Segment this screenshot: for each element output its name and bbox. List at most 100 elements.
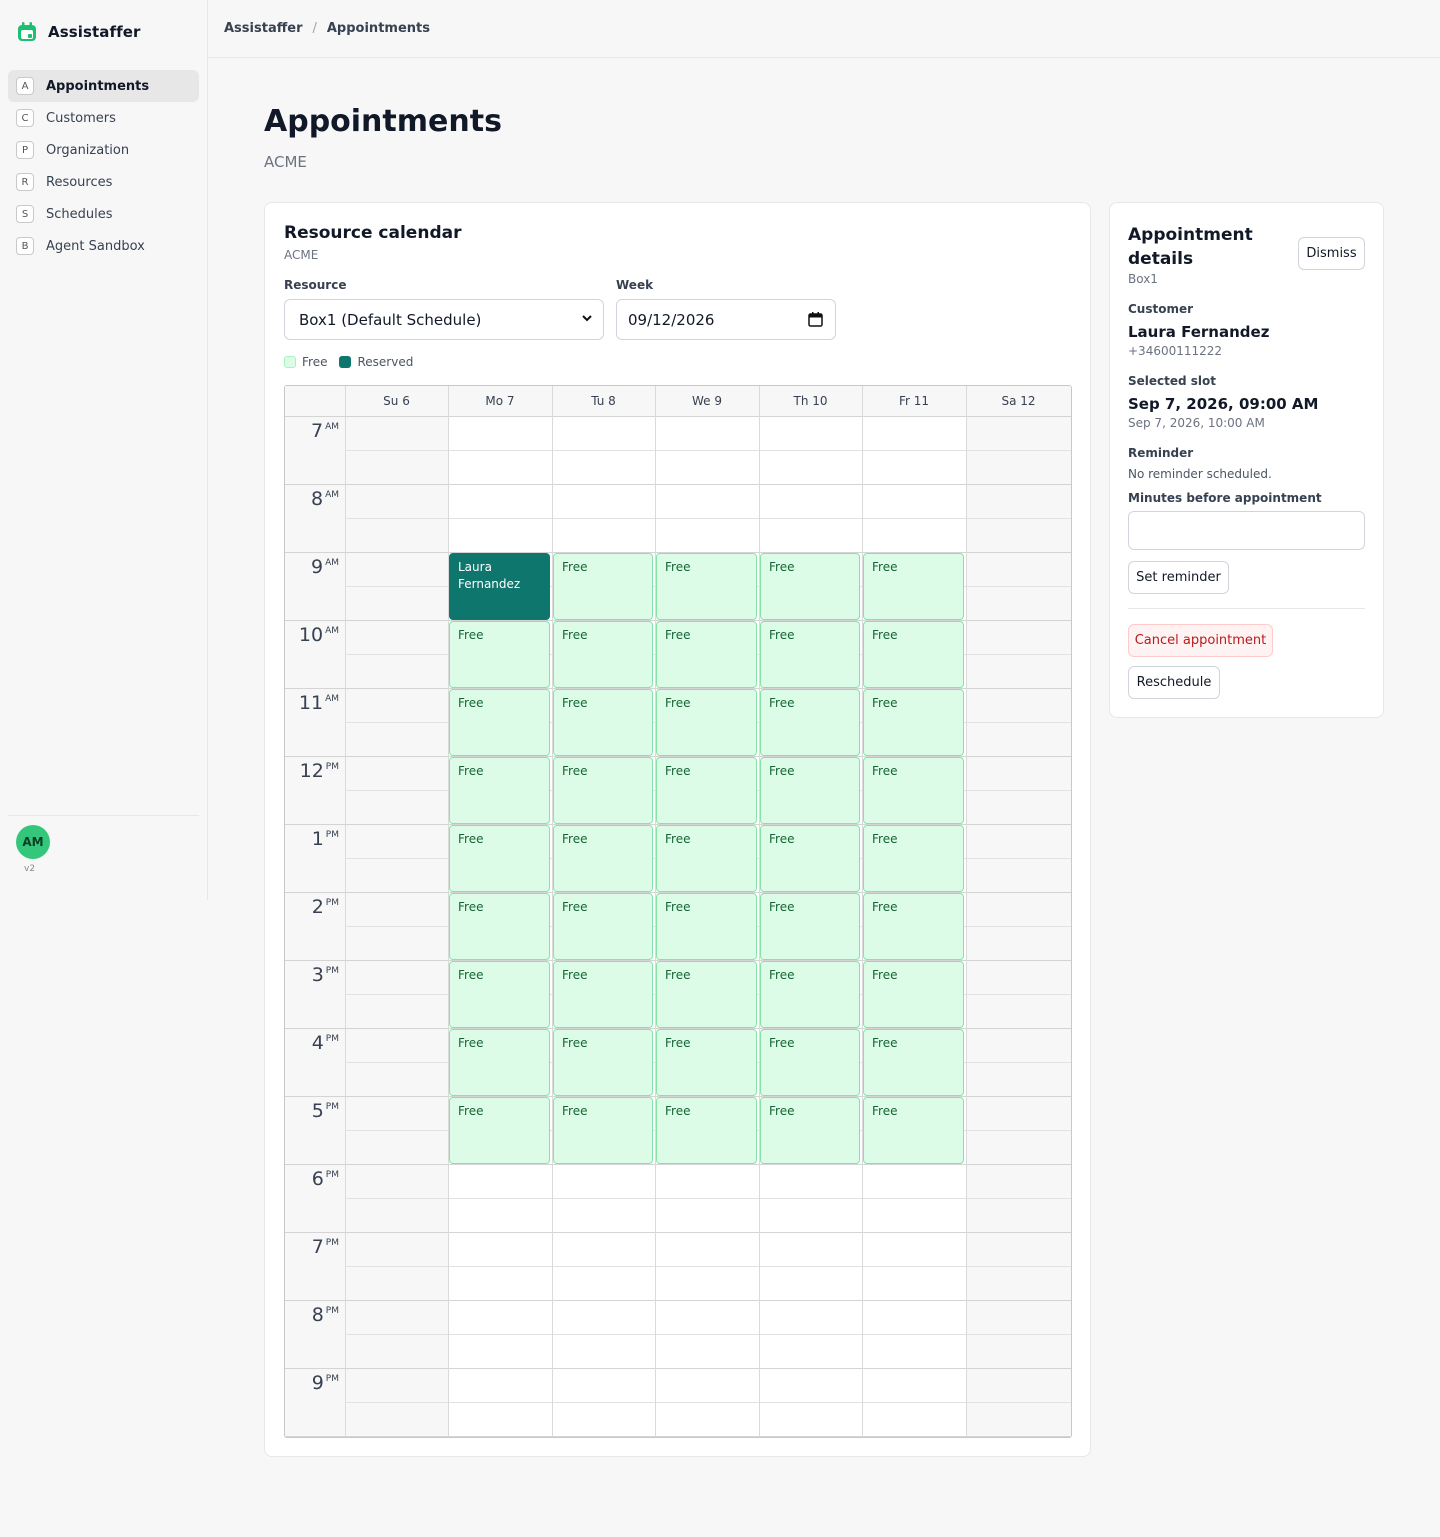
sidebar-item-label: Agent Sandbox: [46, 238, 145, 254]
free-slot[interactable]: Free: [553, 553, 653, 620]
hour-number: 3: [311, 964, 324, 986]
reserved-slot[interactable]: Laura Fernandez: [449, 553, 550, 620]
free-slot[interactable]: Free: [863, 553, 964, 620]
free-slot[interactable]: Free: [656, 961, 757, 1028]
day-header: Su 6: [383, 394, 410, 408]
free-slot[interactable]: Free: [760, 689, 860, 756]
hour-number: 9: [311, 1372, 324, 1394]
free-slot[interactable]: Free: [760, 1097, 860, 1164]
free-slot[interactable]: Free: [760, 621, 860, 688]
resource-select[interactable]: Box1 (Default Schedule): [284, 299, 604, 340]
hour-number: 7: [311, 1236, 324, 1258]
hour-gridline: [285, 1300, 1071, 1301]
reminder-status: No reminder scheduled.: [1128, 467, 1272, 481]
free-slot[interactable]: Free: [553, 1029, 653, 1096]
free-slot[interactable]: Free: [449, 689, 550, 756]
free-slot[interactable]: Free: [656, 825, 757, 892]
calendar-picker-icon[interactable]: [808, 312, 823, 327]
free-slot[interactable]: Free: [863, 825, 964, 892]
free-slot[interactable]: Free: [553, 1097, 653, 1164]
free-slot[interactable]: Free: [449, 757, 550, 824]
free-slot[interactable]: Free: [449, 961, 550, 1028]
sidebar-item-resources[interactable]: R Resources: [8, 166, 199, 198]
sidebar-item-appointments[interactable]: A Appointments: [8, 70, 199, 102]
hour-label: 2 PM: [285, 896, 345, 918]
breadcrumb: Assistaffer / Appointments: [208, 0, 1440, 58]
sidebar-item-customers[interactable]: C Customers: [8, 102, 199, 134]
free-slot[interactable]: Free: [449, 825, 550, 892]
free-slot[interactable]: Free: [449, 1097, 550, 1164]
free-slot[interactable]: Free: [656, 553, 757, 620]
sidebar-item-label: Customers: [46, 110, 116, 126]
free-slot[interactable]: Free: [760, 961, 860, 1028]
hour-meridiem: AM: [325, 626, 339, 636]
half-hour-gridline: [345, 518, 1071, 519]
free-slot[interactable]: Free: [553, 893, 653, 960]
hour-label: 8 AM: [285, 488, 345, 510]
half-hour-gridline: [345, 1198, 1071, 1199]
hour-label: 9 PM: [285, 1372, 345, 1394]
free-slot[interactable]: Free: [449, 893, 550, 960]
hour-number: 8: [310, 488, 324, 510]
free-slot[interactable]: Free: [760, 1029, 860, 1096]
shortcut-key-icon: P: [16, 141, 34, 159]
sidebar-item-label: Resources: [46, 174, 113, 190]
free-slot[interactable]: Free: [656, 893, 757, 960]
calendar-legend: Free Reserved: [284, 355, 413, 369]
selected-slot-start: Sep 7, 2026, 09:00 AM: [1128, 395, 1319, 413]
hour-number: 1: [311, 828, 324, 850]
cancel-appointment-button[interactable]: Cancel appointment: [1128, 624, 1273, 657]
free-slot[interactable]: Free: [656, 1029, 757, 1096]
free-slot[interactable]: Free: [449, 1029, 550, 1096]
hour-gridline: [285, 484, 1071, 485]
hour-meridiem: PM: [325, 1034, 339, 1044]
free-slot[interactable]: Free: [553, 825, 653, 892]
free-slot[interactable]: Free: [863, 621, 964, 688]
reschedule-button[interactable]: Reschedule: [1128, 666, 1220, 699]
resource-calendar-card: Resource calendar ACME Resource Box1 (De…: [264, 202, 1091, 1457]
sidebar-item-schedules[interactable]: S Schedules: [8, 198, 199, 230]
free-slot[interactable]: Free: [656, 1097, 757, 1164]
hour-label: 8 PM: [285, 1304, 345, 1326]
free-slot[interactable]: Free: [863, 1029, 964, 1096]
free-slot[interactable]: Free: [760, 825, 860, 892]
free-slot[interactable]: Free: [553, 621, 653, 688]
free-slot[interactable]: Free: [760, 757, 860, 824]
free-slot[interactable]: Free: [656, 757, 757, 824]
week-date-input[interactable]: 09/12/2026: [616, 299, 836, 340]
breadcrumb-root[interactable]: Assistaffer: [224, 21, 302, 36]
free-slot[interactable]: Free: [863, 961, 964, 1028]
hour-number: 7: [310, 420, 324, 442]
free-slot[interactable]: Free: [553, 689, 653, 756]
free-slot[interactable]: Free: [863, 757, 964, 824]
minutes-before-input[interactable]: [1128, 511, 1365, 550]
shortcut-key-icon: S: [16, 205, 34, 223]
day-header: We 9: [692, 394, 722, 408]
sidebar-item-organization[interactable]: P Organization: [8, 134, 199, 166]
hour-label: 4 PM: [285, 1032, 345, 1054]
free-slot[interactable]: Free: [863, 689, 964, 756]
day-header: Fr 11: [898, 394, 930, 408]
free-slot[interactable]: Free: [553, 961, 653, 1028]
hour-gridline: [285, 1232, 1071, 1233]
free-slot[interactable]: Free: [656, 621, 757, 688]
brand[interactable]: Assistaffer: [16, 21, 141, 43]
free-slot[interactable]: Free: [553, 757, 653, 824]
resource-label: Resource: [284, 278, 347, 292]
user-avatar[interactable]: AM: [16, 825, 50, 859]
set-reminder-button[interactable]: Set reminder: [1128, 561, 1229, 594]
hour-meridiem: AM: [325, 558, 339, 568]
hour-gridline: [285, 416, 1071, 417]
free-slot[interactable]: Free: [656, 689, 757, 756]
free-slot[interactable]: Free: [449, 621, 550, 688]
sidebar-item-agent-sandbox[interactable]: B Agent Sandbox: [8, 230, 199, 262]
hour-meridiem: PM: [325, 966, 339, 976]
dismiss-button[interactable]: Dismiss: [1298, 237, 1365, 270]
free-slot[interactable]: Free: [760, 893, 860, 960]
free-slot[interactable]: Free: [863, 893, 964, 960]
free-slot[interactable]: Free: [760, 553, 860, 620]
free-slot[interactable]: Free: [863, 1097, 964, 1164]
half-hour-gridline: [345, 1334, 1071, 1335]
hour-number: 11: [298, 692, 324, 714]
shortcut-key-icon: C: [16, 109, 34, 127]
